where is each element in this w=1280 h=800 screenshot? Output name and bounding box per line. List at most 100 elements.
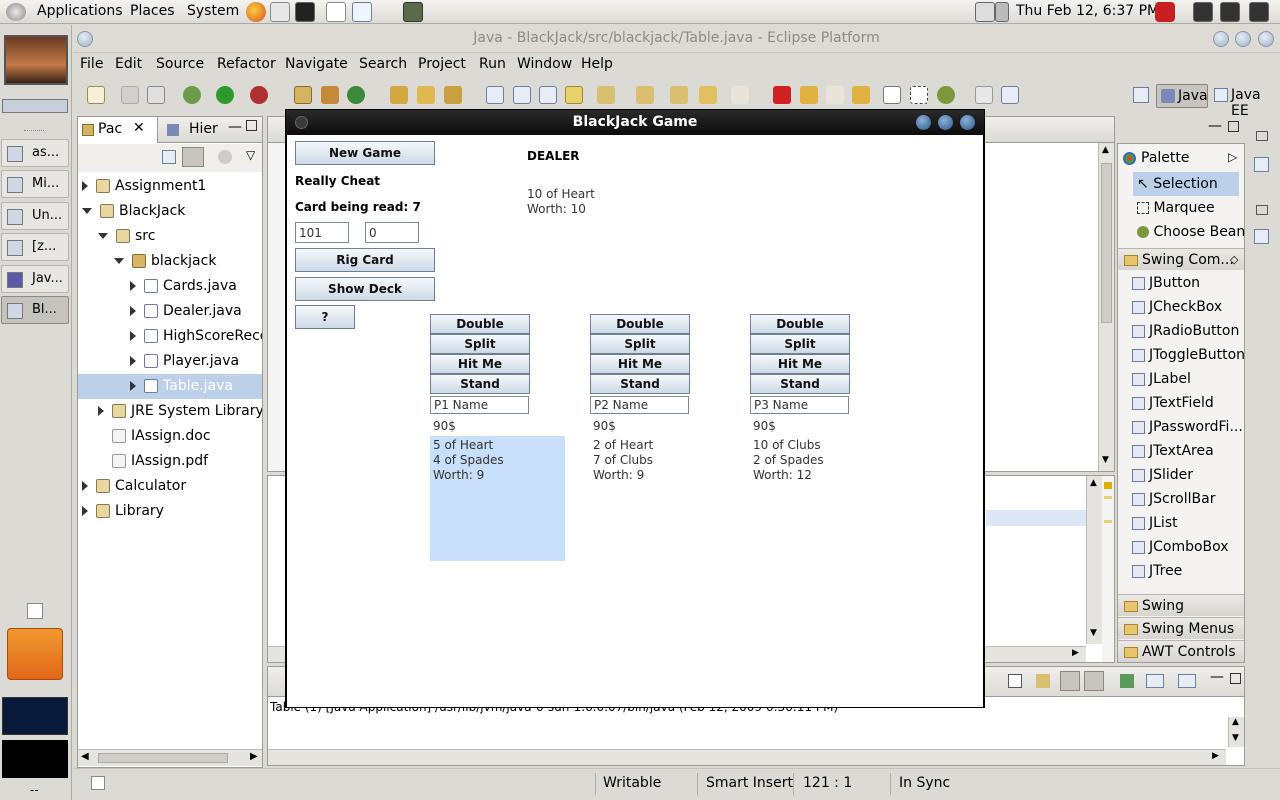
pin-console-icon[interactable] bbox=[1120, 674, 1134, 688]
tab-hierarchy[interactable]: Hier bbox=[163, 117, 223, 143]
palette-component-item[interactable]: JTextArea bbox=[1132, 439, 1214, 463]
tree-item[interactable]: blackjack bbox=[78, 249, 262, 274]
minimize-view-icon[interactable]: — bbox=[228, 119, 242, 135]
player-3-name-field[interactable] bbox=[750, 396, 849, 414]
properties-icon[interactable] bbox=[975, 86, 993, 104]
clock[interactable]: Thu Feb 12, 6:37 PM bbox=[1016, 3, 1159, 19]
trash-icon[interactable] bbox=[7, 628, 63, 680]
task-item[interactable]: as... bbox=[1, 139, 69, 167]
bean-icon[interactable] bbox=[937, 86, 955, 104]
menu-project[interactable]: Project bbox=[418, 56, 466, 72]
pin-icon[interactable]: ◇ bbox=[1230, 249, 1238, 271]
notes-icon[interactable] bbox=[352, 2, 372, 22]
palette-tool-selection[interactable]: ↖ Selection bbox=[1133, 172, 1239, 196]
workspace-switcher[interactable] bbox=[2, 99, 68, 113]
speaker-icon[interactable] bbox=[995, 2, 1009, 22]
player-3-double-button[interactable]: Double bbox=[750, 314, 850, 334]
prev-annotation-icon[interactable] bbox=[636, 86, 654, 104]
menu-help[interactable]: Help bbox=[581, 56, 613, 72]
scroll-thumb[interactable] bbox=[98, 753, 228, 763]
collapsed-arrow-icon[interactable] bbox=[82, 181, 88, 191]
new-icon[interactable] bbox=[87, 86, 105, 104]
eclipse-titlebar[interactable]: Java - BlackJack/src/blackjack/Table.jav… bbox=[73, 25, 1280, 53]
gnome-foot-icon[interactable] bbox=[6, 3, 26, 21]
editor-maximize-icon[interactable] bbox=[1228, 121, 1239, 132]
open-folder-icon[interactable] bbox=[417, 86, 435, 104]
tab-package-explorer[interactable]: Pac ✕ bbox=[78, 117, 158, 143]
player-1-stand-button[interactable]: Stand bbox=[430, 374, 530, 394]
scroll-right-icon[interactable]: ▶ bbox=[1212, 751, 1219, 761]
search-icon[interactable] bbox=[444, 86, 462, 104]
tree-item[interactable]: IAssign.doc bbox=[78, 424, 262, 449]
scroll-right-icon[interactable]: ▶ bbox=[1072, 648, 1079, 658]
back-icon[interactable] bbox=[699, 86, 717, 104]
scroll-up-icon[interactable]: ▲ bbox=[1102, 145, 1109, 155]
tree-item[interactable]: Cards.java bbox=[78, 274, 262, 299]
palette-drawer[interactable]: Swing Menus bbox=[1118, 617, 1244, 639]
tray-icon-3[interactable] bbox=[1249, 2, 1269, 22]
last-edit-icon[interactable] bbox=[670, 86, 688, 104]
calculator-icon[interactable] bbox=[403, 2, 423, 22]
palette-component-item[interactable]: JCheckBox bbox=[1132, 295, 1222, 319]
maximize-view-icon[interactable] bbox=[1230, 673, 1241, 684]
system-menu[interactable]: System bbox=[187, 3, 239, 19]
collapsed-arrow-icon[interactable] bbox=[98, 406, 104, 416]
next-annotation-icon[interactable] bbox=[597, 86, 615, 104]
console-horizontal-scrollbar[interactable]: ▶ bbox=[268, 749, 1226, 765]
terminate-icon[interactable] bbox=[773, 86, 791, 104]
tree-item[interactable]: Library bbox=[78, 499, 262, 524]
scroll-up-icon[interactable]: ▲ bbox=[1090, 478, 1097, 488]
task-item[interactable]: Un... bbox=[1, 202, 69, 230]
maximize-icon[interactable] bbox=[938, 115, 953, 130]
player-1-double-button[interactable]: Double bbox=[430, 314, 530, 334]
palette-header[interactable]: Palette ▷ bbox=[1118, 146, 1244, 170]
power-icon[interactable] bbox=[1155, 2, 1175, 22]
palette-drawer-swing-components[interactable]: Swing Com... ◇ bbox=[1118, 248, 1244, 270]
tree-item[interactable]: Table.java bbox=[78, 374, 262, 399]
collapsed-arrow-icon[interactable] bbox=[130, 356, 136, 366]
scroll-left-icon[interactable]: ◀ bbox=[81, 751, 89, 762]
scroll-up-icon[interactable]: ▲ bbox=[1232, 717, 1239, 727]
palette-component-item[interactable]: JScrollBar bbox=[1132, 487, 1215, 511]
palette-drawer[interactable]: Swing Contai... bbox=[1118, 594, 1244, 636]
player-3-stand-button[interactable]: Stand bbox=[750, 374, 850, 394]
palette-component-item[interactable]: JRadioButton bbox=[1132, 319, 1239, 343]
menu-edit[interactable]: Edit bbox=[115, 56, 142, 72]
open-console-icon[interactable] bbox=[1178, 674, 1196, 688]
editor-minimize-icon[interactable]: — bbox=[1208, 118, 1222, 134]
console-toolbar-icon-4[interactable] bbox=[1084, 671, 1104, 691]
close-tab-icon[interactable]: ✕ bbox=[133, 120, 145, 136]
scroll-down-icon[interactable]: ▼ bbox=[1232, 733, 1239, 743]
perspective-java[interactable]: Java bbox=[1156, 84, 1208, 108]
palette-component-item[interactable]: JSlider bbox=[1132, 463, 1193, 487]
collapsed-arrow-icon[interactable] bbox=[130, 381, 136, 391]
console-toolbar-icon-1[interactable] bbox=[1008, 674, 1022, 688]
menu-source[interactable]: Source bbox=[156, 56, 204, 72]
file-icon[interactable] bbox=[27, 603, 43, 619]
task-item[interactable]: Mi... bbox=[1, 170, 69, 198]
save-icon[interactable] bbox=[121, 86, 139, 104]
text-editor-icon[interactable] bbox=[326, 2, 346, 22]
tree-item[interactable]: JRE System Library [j bbox=[78, 399, 262, 424]
task-item[interactable]: [z... bbox=[1, 233, 69, 261]
redo-icon[interactable] bbox=[826, 86, 844, 104]
highlight-icon[interactable] bbox=[565, 86, 583, 104]
undo-icon[interactable] bbox=[800, 86, 818, 104]
link-editor-icon[interactable] bbox=[182, 147, 204, 167]
maximize-icon[interactable] bbox=[1235, 31, 1251, 47]
scroll-right-icon[interactable]: ▶ bbox=[250, 751, 258, 762]
collapse-all-icon[interactable] bbox=[162, 150, 176, 164]
palette-component-item[interactable]: JLabel bbox=[1132, 367, 1191, 391]
palette-tool-marquee[interactable]: Marquee bbox=[1133, 196, 1215, 220]
palette-component-item[interactable]: JButton bbox=[1132, 271, 1200, 295]
open-perspective-icon[interactable] bbox=[1133, 87, 1149, 103]
applications-menu[interactable]: Applications bbox=[37, 3, 123, 19]
run-icon[interactable] bbox=[216, 86, 234, 104]
console-toolbar-icon-3[interactable] bbox=[1060, 671, 1080, 691]
tree-item[interactable]: Player.java bbox=[78, 349, 262, 374]
minimize-icon[interactable] bbox=[1213, 31, 1229, 47]
filter-icon[interactable] bbox=[218, 150, 232, 164]
restore-icon[interactable] bbox=[1256, 205, 1268, 215]
pause-icon[interactable] bbox=[852, 86, 870, 104]
collapsed-arrow-icon[interactable] bbox=[130, 331, 136, 341]
